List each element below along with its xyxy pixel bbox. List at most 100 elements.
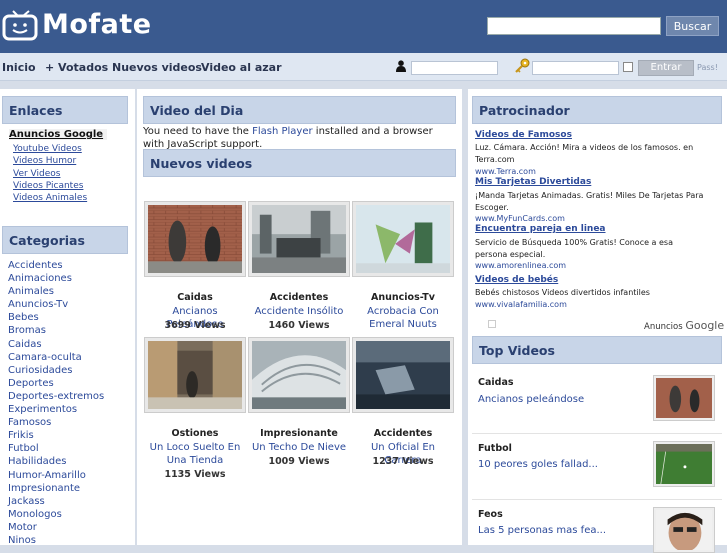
- category-item[interactable]: Impresionante: [8, 482, 104, 495]
- flash-message-text: You need to have the: [143, 126, 253, 137]
- category-item[interactable]: Bromas: [8, 324, 104, 337]
- ad-link-videos-animales[interactable]: Videos Animales: [13, 193, 87, 203]
- ad-link-videos-picantes[interactable]: Videos Picantes: [13, 181, 83, 191]
- top-video-category: Caidas: [478, 377, 514, 388]
- ad-link-videos-humor[interactable]: Videos Humor: [13, 156, 76, 166]
- category-item[interactable]: Camara-oculta: [8, 351, 104, 364]
- category-item[interactable]: Humor-Amarillo: [8, 469, 104, 482]
- top-video-thumbnail-image: [656, 510, 712, 552]
- flash-message: You need to have the Flash Player instal…: [143, 125, 443, 151]
- flash-player-link[interactable]: Flash Player: [252, 126, 313, 137]
- video-thumbnail[interactable]: [352, 201, 454, 277]
- header: Mofate Buscar: [0, 0, 727, 53]
- video-thumbnail-image: [252, 205, 346, 273]
- username-input[interactable]: [411, 61, 498, 75]
- category-list: Accidentes Animaciones Animales Anuncios…: [8, 259, 104, 547]
- video-title[interactable]: Accidente Insólito: [248, 305, 350, 318]
- category-item[interactable]: Monologos: [8, 508, 104, 521]
- category-item[interactable]: Animales: [8, 285, 104, 298]
- video-thumbnail[interactable]: [352, 337, 454, 413]
- ad-link-youtube-videos[interactable]: Youtube Videos: [13, 144, 82, 154]
- top-video-title[interactable]: 10 peores goles fallad...: [478, 459, 598, 470]
- sponsor-description: Servicio de Búsqueda 100% Gratis! Conoce…: [475, 238, 673, 259]
- video-title[interactable]: Acrobacia Con Emeral Nuuts: [352, 305, 454, 331]
- top-video-title[interactable]: Las 5 personas mas fea...: [478, 525, 606, 536]
- video-thumbnail-image: [148, 205, 242, 273]
- nav-video-al-azar[interactable]: Video al azar: [201, 61, 282, 74]
- divider: [472, 433, 722, 434]
- category-item[interactable]: Curiosidades: [8, 364, 104, 377]
- category-item[interactable]: Deportes-extremos: [8, 390, 104, 403]
- sponsor-description: ¡Manda Tarjetas Animadas. Gratis! Miles …: [475, 191, 704, 212]
- key-icon: [515, 58, 530, 73]
- tv-logo-icon[interactable]: [2, 9, 38, 41]
- sponsor-url[interactable]: www.vivalafamilia.com: [475, 300, 567, 309]
- login-button[interactable]: Entrar: [638, 60, 694, 76]
- video-views: 1009 Views: [268, 456, 330, 467]
- top-video-thumbnail[interactable]: [653, 507, 715, 553]
- category-item[interactable]: Ninos: [8, 534, 104, 547]
- navbar: Inicio + Votados Nuevos videos Video al …: [0, 53, 727, 81]
- ad-link-ver-videos[interactable]: Ver Videos: [13, 169, 60, 179]
- logo-text[interactable]: Mofate: [42, 9, 152, 40]
- sponsor-title[interactable]: Encuentra pareja en linea: [475, 224, 606, 234]
- ads-by-label-text: Anuncios: [644, 322, 683, 332]
- category-item[interactable]: Caidas: [8, 338, 104, 351]
- category-item[interactable]: Frikis: [8, 429, 104, 442]
- category-item[interactable]: Habilidades: [8, 455, 104, 468]
- video-category: Accidentes: [269, 292, 329, 303]
- category-item[interactable]: Deportes: [8, 377, 104, 390]
- nav-inicio[interactable]: Inicio: [2, 61, 36, 74]
- video-views: 3699 Views: [164, 320, 226, 331]
- sponsor-title[interactable]: Videos de bebés: [475, 275, 558, 285]
- sponsor-title[interactable]: Videos de Famosos: [475, 130, 572, 140]
- sponsor-url[interactable]: www.amorenlinea.com: [475, 261, 566, 270]
- sponsor-title[interactable]: Mis Tarjetas Divertidas: [475, 177, 591, 187]
- video-category: Impresionante: [260, 428, 338, 439]
- top-video-title[interactable]: Ancianos peleándose: [478, 394, 584, 405]
- video-category: Anuncios-Tv: [371, 292, 435, 303]
- top-video-thumbnail[interactable]: [653, 441, 715, 487]
- search-input[interactable]: [487, 17, 661, 35]
- remember-checkbox[interactable]: [623, 62, 633, 72]
- sponsor-description: Luz. Cámara. Acción! Mira a videos de lo…: [475, 143, 694, 164]
- sponsor-url[interactable]: www.MyFunCards.com: [475, 214, 565, 223]
- video-thumbnail[interactable]: [248, 201, 350, 277]
- nav-nuevos-videos[interactable]: Nuevos videos: [112, 61, 202, 74]
- category-item[interactable]: Motor: [8, 521, 104, 534]
- video-title[interactable]: Un Techo De Nieve: [248, 441, 350, 454]
- video-thumbnail-image: [356, 341, 450, 409]
- video-category: Caidas: [177, 292, 213, 303]
- sponsor-heading: Patrocinador: [472, 96, 722, 124]
- category-item[interactable]: Animaciones: [8, 272, 104, 285]
- google-brand-text: Google: [685, 319, 725, 332]
- ads-by-google-label[interactable]: Anuncios Google: [644, 319, 724, 332]
- forgot-password-link[interactable]: Pass!: [697, 63, 718, 72]
- category-item[interactable]: Experimentos: [8, 403, 104, 416]
- video-thumbnail[interactable]: [248, 337, 350, 413]
- search-button[interactable]: Buscar: [666, 16, 719, 36]
- sponsor-url[interactable]: www.Terra.com: [475, 167, 536, 176]
- main-content: Video del Dia You need to have the Flash…: [137, 89, 462, 545]
- video-thumbnail-image: [148, 341, 242, 409]
- video-thumbnail[interactable]: [144, 201, 246, 277]
- left-sidebar: Enlaces Anuncios Google Youtube Videos V…: [0, 89, 135, 547]
- category-item[interactable]: Bebes: [8, 311, 104, 324]
- category-item[interactable]: Famosos: [8, 416, 104, 429]
- google-ads-title[interactable]: Anuncios Google: [9, 129, 107, 140]
- top-video-category: Feos: [478, 509, 503, 520]
- video-thumbnail-image: [356, 205, 450, 273]
- ad-choices-icon[interactable]: [488, 320, 496, 328]
- video-title[interactable]: Un Loco Suelto En Una Tienda: [144, 441, 246, 467]
- category-item[interactable]: Anuncios-Tv: [8, 298, 104, 311]
- category-item[interactable]: Jackass: [8, 495, 104, 508]
- nav-votados[interactable]: + Votados: [45, 61, 108, 74]
- video-thumbnail[interactable]: [144, 337, 246, 413]
- sponsor-description: Bebés chistosos Videos divertidos infant…: [475, 288, 650, 297]
- top-video-thumbnail[interactable]: [653, 375, 715, 421]
- password-input[interactable]: [532, 61, 619, 75]
- user-icon: [396, 60, 406, 72]
- category-item[interactable]: Accidentes: [8, 259, 104, 272]
- category-item[interactable]: Futbol: [8, 442, 104, 455]
- categories-heading: Categorias: [2, 226, 128, 254]
